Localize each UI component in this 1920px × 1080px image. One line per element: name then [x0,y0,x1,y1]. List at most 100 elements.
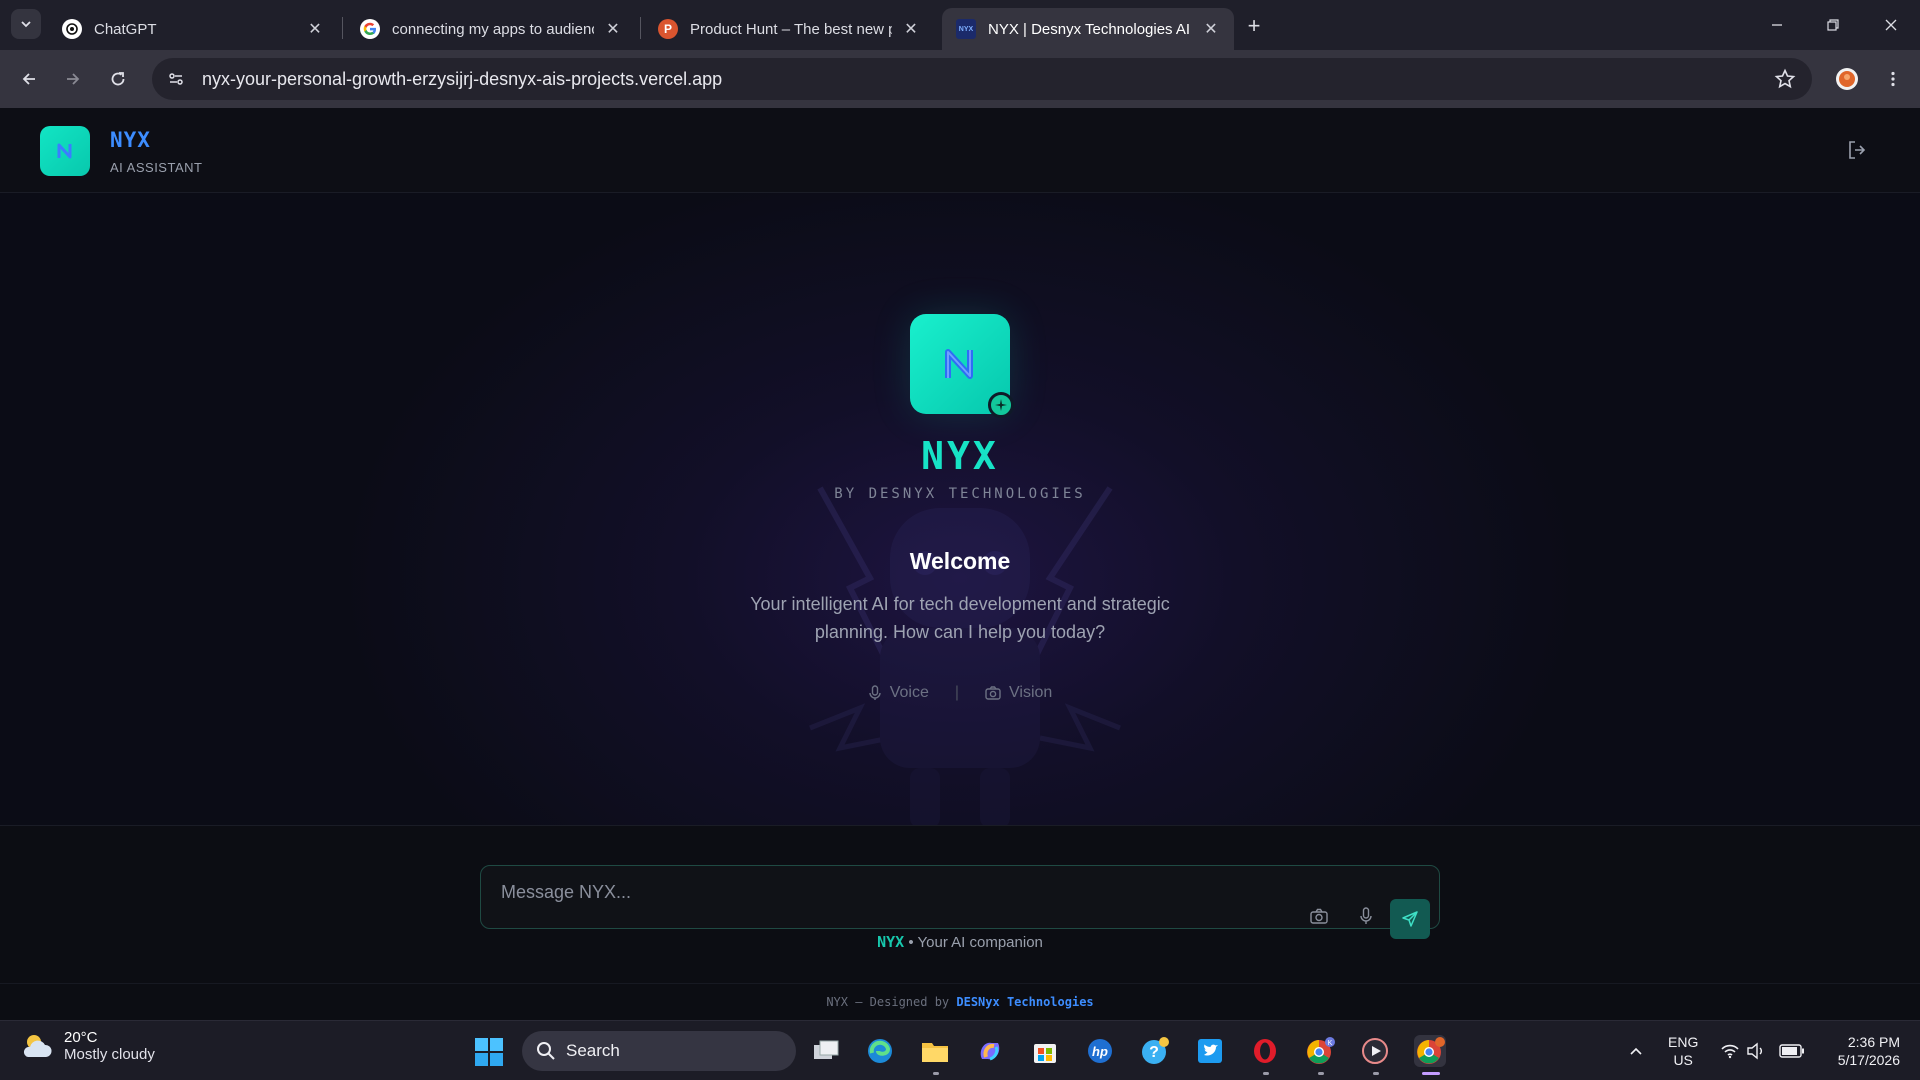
close-icon[interactable]: ✕ [902,20,920,38]
nyx-favicon-icon: NYX [956,19,976,39]
tab-title: Product Hunt – The best new pr [690,20,892,38]
system-clock[interactable]: 2:36 PM 5/17/2026 [1820,1033,1900,1069]
media-player-icon[interactable] [1359,1035,1391,1067]
footer-brand-link[interactable]: DESNyx Technologies [956,995,1093,1009]
product-hunt-icon: P [658,19,678,39]
restore-button[interactable] [1818,10,1848,40]
close-icon [1885,19,1897,31]
vision-mode-button[interactable]: Vision [973,684,1064,702]
microphone-button[interactable] [1353,903,1379,929]
edge-icon[interactable] [864,1035,896,1067]
language-code: ENG [1668,1034,1699,1050]
address-bar[interactable]: nyx-your-personal-growth-erzysijrj-desny… [152,58,1812,100]
bookmark-star-icon[interactable] [1774,68,1796,90]
tab-title: ChatGPT [94,20,157,38]
chevron-down-icon [21,21,31,28]
chrome-profile-k-icon[interactable]: K [1304,1035,1336,1067]
more-vertical-icon [1891,71,1895,87]
search-label: Search [566,1041,620,1060]
nyx-logo-icon [945,349,973,379]
google-icon [360,19,380,39]
copilot-icon[interactable] [974,1035,1006,1067]
clock-date: 5/17/2026 [1837,1052,1900,1068]
camera-button[interactable] [1306,903,1332,929]
reload-icon [111,72,125,86]
language-indicator[interactable]: ENG US [1668,1033,1698,1069]
welcome-description: Your intelligent AI for tech development… [750,594,1170,642]
file-explorer-icon[interactable] [919,1035,951,1067]
tab-chatgpt[interactable]: ChatGPT ✕ [48,8,338,50]
nyx-logo-icon [57,143,72,159]
restore-icon [1827,19,1839,31]
search-icon [537,1042,555,1060]
battery-icon[interactable] [1776,1035,1808,1067]
message-box [480,865,1440,929]
app-viewport: NYX AI ASSISTANT NYX BY DESNYX TECHNOLOG… [0,108,1920,1020]
volume-icon[interactable] [1740,1035,1772,1067]
microsoft-store-icon[interactable] [1029,1035,1061,1067]
svg-text:K: K [1328,1040,1333,1047]
logout-icon[interactable] [1846,139,1868,161]
twitter-icon[interactable] [1194,1035,1226,1067]
region-code: US [1673,1052,1693,1068]
companion-text: • Your AI companion [904,934,1043,951]
minimize-icon [1772,24,1782,26]
chrome-active-icon[interactable] [1414,1035,1446,1067]
close-icon[interactable]: ✕ [306,20,324,38]
site-info-icon[interactable] [156,59,196,99]
new-tab-button[interactable]: + [1240,12,1268,40]
reload-button[interactable] [103,64,133,94]
voice-label: Voice [889,684,929,701]
mode-options: Voice | Vision [0,684,1920,702]
message-input[interactable] [501,878,1201,906]
task-view-icon[interactable] [810,1035,842,1067]
profile-avatar[interactable] [1832,64,1862,94]
opera-icon[interactable] [1249,1035,1281,1067]
svg-text:hp: hp [1092,1044,1108,1059]
send-button[interactable] [1390,899,1430,939]
avatar-icon [1836,68,1858,90]
arrow-left-icon [22,73,35,85]
weather-temperature: 20°C [64,1029,98,1046]
welcome-heading: Welcome [909,548,1011,574]
hp-icon[interactable]: hp [1084,1035,1116,1067]
tab-search-button[interactable] [11,9,41,39]
close-icon[interactable]: ✕ [604,20,622,38]
url-text: nyx-your-personal-growth-erzysijrj-desny… [202,68,723,89]
app-header: NYX AI ASSISTANT [0,108,1920,193]
tab-title: NYX | Desnyx Technologies AI [988,20,1191,38]
cloudy-weather-icon [23,1035,52,1057]
back-button[interactable] [14,64,44,94]
camera-icon [985,686,1001,700]
tab-google[interactable]: connecting my apps to audienc ✕ [346,8,636,50]
vision-label: Vision [1009,684,1053,701]
tab-product-hunt[interactable]: P Product Hunt – The best new pr ✕ [644,8,934,50]
windows-start-icon[interactable] [474,1037,504,1067]
weather-widget[interactable]: 20°C Mostly cloudy [20,1029,155,1063]
composer-area: NYX • Your AI companion NYX — Designed b… [0,825,1920,1020]
hero-byline: BY DESNYX TECHNOLOGIES [834,486,1086,502]
footer-prefix: NYX — Designed by [826,995,957,1009]
browser-menu-button[interactable] [1878,64,1908,94]
help-icon[interactable]: ? [1139,1035,1171,1067]
weather-condition: Mostly cloudy [64,1046,155,1063]
close-window-button[interactable] [1876,10,1906,40]
mode-separator: | [954,684,959,701]
close-icon[interactable]: ✕ [1202,20,1220,38]
tab-nyx[interactable]: NYX NYX | Desnyx Technologies AI ✕ [942,8,1234,50]
voice-mode-button[interactable]: Voice [856,684,941,702]
show-hidden-icons-chevron-up-icon[interactable] [1620,1035,1652,1067]
nyx-logo[interactable] [40,126,90,176]
taskbar-search[interactable]: Search [522,1031,796,1071]
forward-button[interactable] [58,64,88,94]
browser-tab-bar: ChatGPT ✕ connecting my apps to audienc … [0,0,1920,50]
footer-divider [0,983,1920,984]
companion-caption: NYX • Your AI companion [0,933,1920,951]
hero-title: NYX [921,434,999,478]
send-icon [1402,911,1418,927]
companion-brand: NYX [877,933,905,951]
camera-icon [1310,908,1328,924]
microphone-icon [869,685,881,700]
minimize-button[interactable] [1762,10,1792,40]
browser-toolbar: nyx-your-personal-growth-erzysijrj-desny… [0,50,1920,108]
